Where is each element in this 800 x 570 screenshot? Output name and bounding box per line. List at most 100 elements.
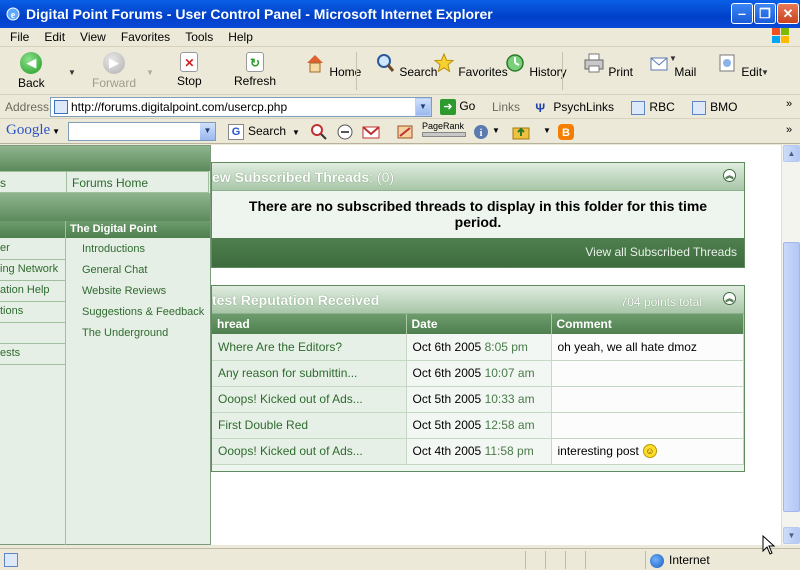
info-icon[interactable]: i — [472, 123, 490, 141]
back-dropdown-icon[interactable]: ▼ — [68, 68, 76, 77]
news-search-icon[interactable] — [310, 123, 328, 141]
google-search-button[interactable]: G Search ▼ — [228, 124, 300, 140]
sidebar-forum-item[interactable]: General Chat — [82, 264, 147, 276]
menu-edit[interactable]: Edit — [34, 28, 70, 44]
menu-favorites[interactable]: Favorites — [111, 28, 175, 44]
link-bmo[interactable]: BMO — [692, 100, 737, 115]
thread-link[interactable]: Ooops! Kicked out of Ads... — [212, 438, 407, 465]
no-threads-message: There are no subscribed threads to displ… — [248, 198, 708, 230]
history-button[interactable]: History — [504, 52, 567, 79]
collapse-icon[interactable]: ︽ — [723, 292, 736, 305]
mouse-cursor-icon — [762, 535, 776, 555]
link-psychlinks-label: PsychLinks — [553, 100, 615, 114]
status-divider — [545, 551, 546, 569]
sidebar-forum-item[interactable]: Suggestions & Feedback — [82, 306, 204, 318]
menu-help[interactable]: Help — [218, 28, 258, 44]
forward-button[interactable]: ▶ Forward — [92, 52, 136, 90]
search-button[interactable]: Search — [374, 52, 437, 79]
link-rbc[interactable]: RBC — [631, 100, 675, 115]
date-cell: Oct 5th 2005 10:33 am — [406, 386, 552, 413]
edit-button[interactable]: Edit — [716, 52, 762, 79]
menu-tools[interactable]: Tools — [175, 28, 218, 44]
home-button[interactable]: Home — [304, 52, 361, 79]
info-dropdown-icon[interactable]: ▼ — [492, 126, 500, 135]
blogthis-icon[interactable] — [396, 123, 414, 141]
up-dropdown-icon[interactable]: ▼ — [543, 126, 551, 135]
gmail-icon[interactable] — [362, 123, 380, 141]
security-zone: Internet — [650, 553, 710, 568]
sidebar-left-item[interactable]: tions — [0, 305, 23, 317]
links-bar: Links Ψ PsychLinks RBC BMO — [492, 100, 751, 115]
google-g-icon: G — [228, 124, 244, 140]
scroll-up-icon[interactable]: ▲ — [783, 145, 800, 162]
column-thread: hread — [212, 314, 407, 334]
date-text: Oct 5th 2005 — [412, 418, 482, 432]
stop-button[interactable]: ✕ Stop — [177, 52, 202, 88]
comment-cell — [551, 386, 744, 413]
address-input[interactable]: http://forums.digitalpoint.com/usercp.ph… — [50, 97, 432, 117]
time-text: 8:05 pm — [484, 339, 528, 354]
sidebar-forum-item[interactable]: Introductions — [82, 243, 145, 255]
sidebar-forums-home[interactable]: Forums Home — [66, 171, 209, 193]
blogger-icon[interactable]: B — [557, 123, 575, 141]
time-text: 11:58 pm — [484, 444, 534, 458]
comment-cell — [551, 360, 744, 387]
menu-view[interactable]: View — [70, 28, 111, 44]
history-icon — [506, 54, 524, 72]
refresh-button[interactable]: ↻ Refresh — [234, 52, 276, 88]
comment-cell — [551, 412, 744, 439]
vertical-scrollbar[interactable]: ▲ ▼ — [781, 145, 800, 545]
google-search-input[interactable] — [68, 122, 216, 141]
sidebar-forum-item[interactable]: Website Reviews — [82, 285, 166, 297]
view-all-subscribed-link[interactable]: View all Subscribed Threads — [585, 245, 737, 259]
thread-link[interactable]: Ooops! Kicked out of Ads... — [212, 386, 407, 413]
date-text: Oct 6th 2005 — [412, 339, 482, 354]
close-button[interactable]: ✕ — [777, 3, 799, 24]
sidebar-left-item[interactable]: er — [0, 242, 10, 254]
forward-dropdown-icon[interactable]: ▼ — [146, 68, 154, 77]
subscribed-threads-header: ew Subscribed Threads: (0) ︽ — [212, 163, 744, 191]
favorites-button[interactable]: Favorites — [433, 52, 508, 79]
mail-dropdown-icon[interactable]: ▼ — [669, 54, 677, 63]
menu-file[interactable]: File — [0, 28, 34, 44]
maximize-button[interactable]: ❐ — [754, 3, 776, 24]
minimize-button[interactable]: ‒ — [731, 3, 753, 24]
sidebar-left-item[interactable]: ing Network — [0, 263, 58, 275]
column-date: Date — [406, 314, 552, 334]
google-logo[interactable]: Google ▼ — [6, 122, 60, 139]
refresh-icon: ↻ — [246, 52, 265, 72]
link-psychlinks[interactable]: Ψ PsychLinks — [535, 100, 615, 115]
collapse-icon[interactable]: ︽ — [723, 169, 736, 182]
google-toolbar: Google ▼ ▼ G Search ▼ PageRank i ▼ ▼ B » — [0, 120, 800, 144]
mail-icon — [650, 57, 668, 71]
gbar-overflow-icon[interactable]: » — [786, 124, 792, 136]
thread-link[interactable]: First Double Red — [212, 412, 407, 439]
print-button[interactable]: Print — [583, 52, 633, 79]
links-overflow-icon[interactable]: » — [786, 98, 792, 110]
comment-text: oh yeah, we all hate dmoz — [557, 339, 697, 354]
thread-link[interactable]: Any reason for submittin... — [212, 360, 407, 387]
sidebar-left-top-item[interactable]: s — [0, 171, 66, 193]
popup-blocker-icon[interactable] — [336, 123, 354, 141]
psi-icon: Ψ — [535, 100, 546, 115]
svg-text:B: B — [562, 127, 570, 139]
go-button[interactable]: ➜ Go — [440, 99, 475, 115]
print-label: Print — [608, 65, 634, 79]
scroll-thumb[interactable] — [783, 242, 800, 512]
time-text: 12:58 am — [484, 418, 535, 432]
sidebar-left-category-bar — [0, 221, 65, 238]
subscribed-threads-count: : (0) — [369, 169, 395, 185]
google-search-dropdown-icon[interactable]: ▼ — [200, 123, 215, 140]
up-folder-icon[interactable] — [512, 123, 530, 141]
sidebar-left-item[interactable]: ests — [0, 347, 20, 359]
address-dropdown-icon[interactable]: ▼ — [415, 98, 431, 116]
sidebar-left-item[interactable]: ation Help — [0, 284, 50, 296]
edit-dropdown-icon[interactable]: ▼ — [761, 68, 769, 77]
scroll-down-icon[interactable]: ▼ — [783, 527, 800, 544]
reputation-table-body: Where Are the Editors? Oct 6th 2005 8:05 … — [212, 334, 744, 465]
search-icon — [377, 54, 395, 72]
thread-link[interactable]: Where Are the Editors? — [212, 334, 407, 361]
sidebar-forum-item[interactable]: The Underground — [82, 327, 168, 339]
back-button[interactable]: ◀ Back — [18, 52, 45, 90]
address-bar: Address http://forums.digitalpoint.com/u… — [0, 96, 800, 119]
